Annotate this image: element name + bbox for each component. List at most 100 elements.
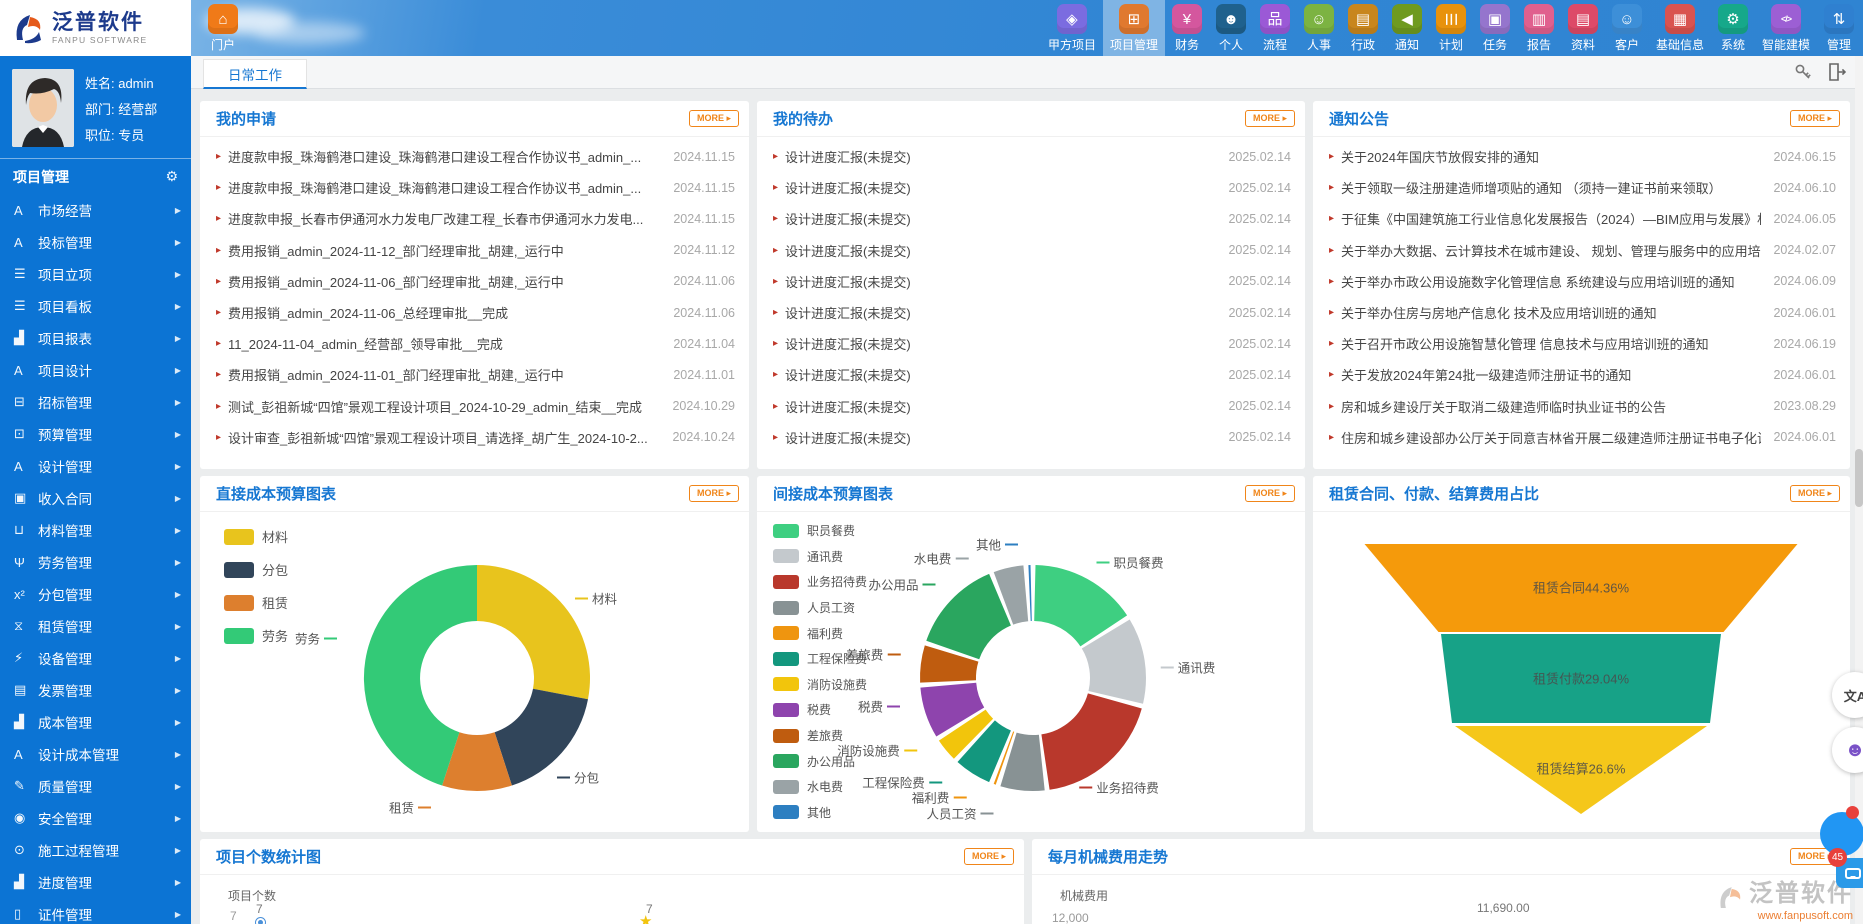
legend-item[interactable]: 税费 [773,697,867,723]
list-item[interactable]: ▸进度款申报_珠海鹤港口建设_珠海鹤港口建设工程合作协议书_admin_...2… [200,172,749,203]
list-item[interactable]: ▸费用报销_admin_2024-11-06_部门经理审批_胡建,_运行中202… [200,266,749,297]
sidebar-item-0[interactable]: A市场经营▶ [0,194,191,226]
list-item[interactable]: ▸关于领取一级注册建造师增项贴的通知 （须持一建证书前来领取）2024.06.1… [1313,172,1850,203]
list-item[interactable]: ▸关于举办大数据、云计算技术在城市建设、 规划、管理与服务中的应用培训班...2… [1313,235,1850,266]
list-item[interactable]: ▸设计进度汇报(未提交)2025.02.14 [757,141,1305,172]
legend-item[interactable]: 业务招待费 [773,569,867,595]
sidebar-item-15[interactable]: ▤发票管理▶ [0,674,191,706]
nav-item-3[interactable]: ¥财务 [1165,0,1209,56]
sidebar-item-13[interactable]: ⧖租赁管理▶ [0,610,191,642]
list-item[interactable]: ▸设计进度汇报(未提交)2025.02.14 [757,328,1305,359]
list-item[interactable]: ▸于征集《中国建筑施工行业信息化发展报告（2024）—BIM应用与发展》材料..… [1313,203,1850,234]
nav-item-9[interactable]: ☰计划 [1429,0,1473,56]
sidebar-item-10[interactable]: ⊔材料管理▶ [0,514,191,546]
nav-item-15[interactable]: ⚙系统 [1711,0,1755,56]
list-item[interactable]: ▸设计进度汇报(未提交)2025.02.14 [757,172,1305,203]
slice-其他[interactable] [1028,565,1031,621]
scrollbar-thumb[interactable] [1855,449,1863,507]
tab-daily-work[interactable]: 日常工作 [203,59,307,89]
legend-item[interactable]: 差旅费 [773,723,867,749]
sidebar-item-18[interactable]: ✎质量管理▶ [0,770,191,802]
list-item[interactable]: ▸房和城乡建设厅关于取消二级建造师临时执业证书的公告2023.08.29 [1313,391,1850,422]
sidebar-item-14[interactable]: ⚡设备管理▶ [0,642,191,674]
sidebar-item-8[interactable]: A设计管理▶ [0,450,191,482]
logout-door-icon[interactable] [1827,62,1847,82]
list-item[interactable]: ▸进度款申报_长春市伊通河水力发电厂改建工程_长春市伊通河水力发电...2024… [200,203,749,234]
more-button[interactable]: MORE ▸ [1790,110,1840,127]
list-item[interactable]: ▸设计进度汇报(未提交)2025.02.14 [757,235,1305,266]
sidebar-item-4[interactable]: ▟项目报表▶ [0,322,191,354]
sidebar-item-9[interactable]: ▣收入合同▶ [0,482,191,514]
nav-item-12[interactable]: ▤资料 [1561,0,1605,56]
list-item[interactable]: ▸关于举办市政公用设施数字化管理信息 系统建设与应用培训班的通知2024.06.… [1313,266,1850,297]
sidebar-item-20[interactable]: ⊙施工过程管理▶ [0,834,191,866]
more-button[interactable]: MORE ▸ [1245,110,1295,127]
legend-item[interactable]: 劳务 [224,619,288,652]
legend-item[interactable]: 办公用品 [773,748,867,774]
legend-item[interactable]: 材料 [224,520,288,553]
nav-item-7[interactable]: ▤行政 [1341,0,1385,56]
sidebar-item-6[interactable]: ⊟招标管理▶ [0,386,191,418]
sidebar-item-11[interactable]: Ψ劳务管理▶ [0,546,191,578]
legend-item[interactable]: 通讯费 [773,544,867,570]
more-button[interactable]: MORE ▸ [1790,485,1840,502]
nav-item-8[interactable]: ◀通知 [1385,0,1429,56]
slice-材料[interactable] [477,565,590,699]
list-item[interactable]: ▸关于2024年国庆节放假安排的通知2024.06.15 [1313,141,1850,172]
sidebar-gear-icon[interactable]: ⚙ [165,168,178,185]
password-key-icon[interactable] [1793,62,1813,82]
sidebar-item-2[interactable]: ☰项目立项▶ [0,258,191,290]
nav-item-10[interactable]: ▣任务 [1473,0,1517,56]
more-button[interactable]: MORE ▸ [1245,485,1295,502]
list-item[interactable]: ▸住房和城乡建设部办公厅关于同意吉林省开展二级建造师注册证书电子化试点...20… [1313,422,1850,453]
more-button[interactable]: MORE ▸ [964,848,1014,865]
list-item[interactable]: ▸进度款申报_珠海鹤港口建设_珠海鹤港口建设工程合作协议书_admin_...2… [200,141,749,172]
nav-item-4[interactable]: ☻个人 [1209,0,1253,56]
list-item[interactable]: ▸设计进度汇报(未提交)2025.02.14 [757,297,1305,328]
list-item[interactable]: ▸关于举办住房与房地产信息化 技术及应用培训班的通知2024.06.01 [1313,297,1850,328]
nav-item-0[interactable]: ⌂门户 [201,0,245,56]
legend-item[interactable]: 人员工资 [773,595,867,621]
list-item[interactable]: ▸设计审查_彭祖新城“四馆”景观工程设计项目_请选择_胡广生_2024-10-2… [200,422,749,453]
sidebar-item-5[interactable]: A项目设计▶ [0,354,191,386]
legend-item[interactable]: 消防设施费 [773,672,867,698]
nav-item-16[interactable]: </>智能建模 [1755,0,1817,56]
list-item[interactable]: ▸11_2024-11-04_admin_经营部_领导审批__完成2024.11… [200,328,749,359]
nav-item-14[interactable]: ▦基础信息 [1649,0,1711,56]
legend-item[interactable]: 福利费 [773,620,867,646]
legend-item[interactable]: 职员餐费 [773,518,867,544]
legend-item[interactable]: 工程保险费 [773,646,867,672]
list-item[interactable]: ▸设计进度汇报(未提交)2025.02.14 [757,391,1305,422]
nav-item-6[interactable]: ☺人事 [1297,0,1341,56]
list-item[interactable]: ▸设计进度汇报(未提交)2025.02.14 [757,266,1305,297]
list-item[interactable]: ▸测试_彭祖新城“四馆”景观工程设计项目_2024-10-29_admin_结束… [200,391,749,422]
legend-item[interactable]: 分包 [224,553,288,586]
sidebar-item-1[interactable]: A投标管理▶ [0,226,191,258]
sidebar-item-12[interactable]: x²分包管理▶ [0,578,191,610]
sidebar-item-7[interactable]: ⊡预算管理▶ [0,418,191,450]
sidebar-item-16[interactable]: ▟成本管理▶ [0,706,191,738]
nav-item-17[interactable]: ⇅管理 [1817,0,1861,56]
sidebar-item-17[interactable]: A设计成本管理▶ [0,738,191,770]
nav-item-5[interactable]: 品流程 [1253,0,1297,56]
slice-业务招待费[interactable] [1041,693,1141,789]
list-item[interactable]: ▸费用报销_admin_2024-11-01_部门经理审批_胡建,_运行中202… [200,359,749,390]
sidebar-item-22[interactable]: ▯证件管理▶ [0,898,191,924]
nav-item-1[interactable]: ◈甲方项目 [1041,0,1103,56]
more-button[interactable]: MORE ▸ [689,485,739,502]
list-item[interactable]: ▸关于发放2024年第24批一级建造师注册证书的通知2024.06.01 [1313,359,1850,390]
list-item[interactable]: ▸设计进度汇报(未提交)2025.02.14 [757,203,1305,234]
list-item[interactable]: ▸费用报销_admin_2024-11-06_总经理审批__完成2024.11.… [200,297,749,328]
legend-item[interactable]: 租赁 [224,586,288,619]
list-item[interactable]: ▸设计进度汇报(未提交)2025.02.14 [757,359,1305,390]
sidebar-item-21[interactable]: ▟进度管理▶ [0,866,191,898]
nav-item-2[interactable]: ⊞项目管理 [1103,0,1165,56]
list-item[interactable]: ▸关于召开市政公用设施智慧化管理 信息技术与应用培训班的通知2024.06.19 [1313,328,1850,359]
more-button[interactable]: MORE ▸ [689,110,739,127]
legend-item[interactable]: 水电费 [773,774,867,800]
list-item[interactable]: ▸设计进度汇报(未提交)2025.02.14 [757,422,1305,453]
sidebar-item-19[interactable]: ◉安全管理▶ [0,802,191,834]
list-item[interactable]: ▸费用报销_admin_2024-11-12_部门经理审批_胡建,_运行中202… [200,235,749,266]
slice-人员工资[interactable] [1000,733,1044,791]
sidebar-item-3[interactable]: ☰项目看板▶ [0,290,191,322]
